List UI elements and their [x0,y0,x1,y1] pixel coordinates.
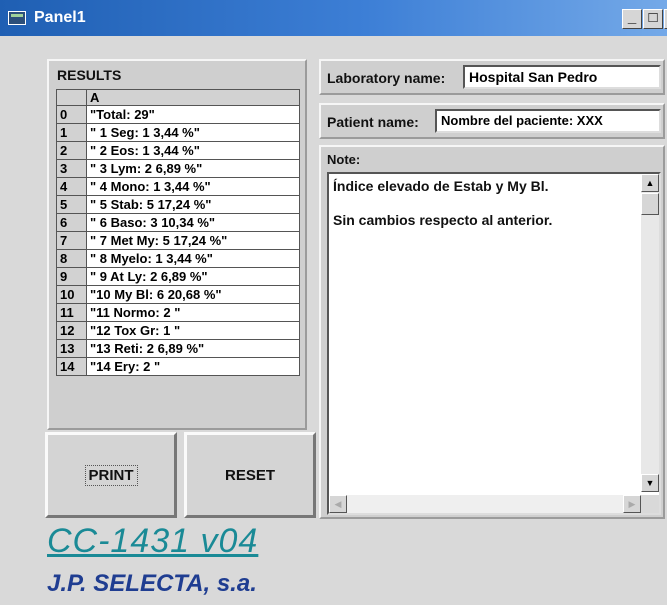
table-row[interactable]: 3 " 3 Lym: 2 6,89 %" [56,159,300,178]
table-row[interactable]: 2 " 2 Eos: 1 3,44 %" [56,141,300,160]
row-value[interactable]: "10 My Bl: 6 20,68 %" [86,285,300,304]
patient-panel: Patient name: Nombre del paciente: XXX [319,103,665,139]
maximize-button[interactable]: □ [643,9,663,29]
note-textarea[interactable]: Índice elevado de Estab y My Bl. Sin cam… [327,172,661,515]
patient-name-field[interactable]: Nombre del paciente: XXX [435,109,661,133]
table-row[interactable]: 9 " 9 At Ly: 2 6,89 %" [56,267,300,286]
results-title: RESULTS [57,67,122,83]
row-value[interactable]: "Total: 29" [86,105,300,124]
table-row[interactable]: 10 "10 My Bl: 6 20,68 %" [56,285,300,304]
row-index: 14 [56,357,87,376]
row-value[interactable]: " 9 At Ly: 2 6,89 %" [86,267,300,286]
app-icon [8,11,26,25]
table-row[interactable]: 13 "13 Reti: 2 6,89 %" [56,339,300,358]
row-value[interactable]: "11 Normo: 2 " [86,303,300,322]
results-grid[interactable]: A 0 "Total: 29" 1 " 1 Seg: 1 3,44 %" 2 " 2 … [56,89,300,376]
row-value[interactable]: " 6 Baso: 3 10,34 %" [86,213,300,232]
table-row[interactable]: 4 " 4 Mono: 1 3,44 %" [56,177,300,196]
table-row[interactable]: 7 " 7 Met My: 5 17,24 %" [56,231,300,250]
row-index: 4 [56,177,87,196]
row-value[interactable]: " 7 Met My: 5 17,24 %" [86,231,300,250]
row-value[interactable]: " 8 Myelo: 1 3,44 %" [86,249,300,268]
laboratory-name-field[interactable]: Hospital San Pedro [463,65,661,89]
row-index: 13 [56,339,87,358]
grid-column-header[interactable]: A [86,89,300,106]
scrollbar-corner [641,495,659,513]
row-index: 11 [56,303,87,322]
print-button-label: PRINT [84,464,138,486]
company-name: J.P. SELECTA, s.a. [47,570,257,597]
note-line: Sin cambios respecto al anterior. [333,212,553,228]
laboratory-label: Laboratory name: [327,70,446,86]
note-line [333,195,633,212]
row-index: 12 [56,321,87,340]
row-index: 2 [56,141,87,160]
model-name: CC-1431 v04 [47,522,259,560]
row-value[interactable]: "13 Reti: 2 6,89 %" [86,339,300,358]
row-index: 7 [56,231,87,250]
row-index: 6 [56,213,87,232]
row-index: 3 [56,159,87,178]
print-button[interactable]: PRINT [45,432,177,518]
row-index: 0 [56,105,87,124]
vertical-scroll-thumb[interactable] [641,193,659,215]
reset-button[interactable]: RESET [184,432,316,518]
row-value[interactable]: " 5 Stab: 5 17,24 %" [86,195,300,214]
table-row[interactable]: 6 " 6 Baso: 3 10,34 %" [56,213,300,232]
results-panel: RESULTS A 0 "Total: 29" 1 " 1 Seg: 1 3,44 … [47,59,307,430]
patient-label: Patient name: [327,114,419,130]
table-row[interactable]: 12 "12 Tox Gr: 1 " [56,321,300,340]
row-index: 8 [56,249,87,268]
vertical-scrollbar[interactable]: ▲ ▼ [641,174,659,492]
row-index: 9 [56,267,87,286]
scroll-left-arrow-icon[interactable]: ◀ [329,495,347,513]
scroll-right-arrow-icon[interactable]: ▶ [623,495,641,513]
table-row[interactable]: 14 "14 Ery: 2 " [56,357,300,376]
note-text[interactable]: Índice elevado de Estab y My Bl. Sin cam… [333,178,633,229]
laboratory-panel: Laboratory name: Hospital San Pedro [319,59,665,95]
grid-header-row: A [56,89,300,106]
note-label: Note: [327,152,361,167]
row-value[interactable]: " 2 Eos: 1 3,44 %" [86,141,300,160]
row-index: 10 [56,285,87,304]
reset-button-label: RESET [224,466,275,484]
table-row[interactable]: 5 " 5 Stab: 5 17,24 %" [56,195,300,214]
scroll-up-arrow-icon[interactable]: ▲ [641,174,659,192]
window-title: Panel1 [34,9,86,26]
minimize-button[interactable]: _ [622,9,642,29]
row-index: 5 [56,195,87,214]
horizontal-scrollbar[interactable]: ◀ ▶ [329,495,641,513]
row-value[interactable]: " 4 Mono: 1 3,44 %" [86,177,300,196]
note-line: Índice elevado de Estab y My Bl. [333,178,549,194]
table-row[interactable]: 1 " 1 Seg: 1 3,44 %" [56,123,300,142]
row-value[interactable]: "14 Ery: 2 " [86,357,300,376]
table-row[interactable]: 11 "11 Normo: 2 " [56,303,300,322]
main-window: Panel1 _ □ × RESULTS A 0"Total: 29" 1" 1… [0,0,667,605]
table-row[interactable]: 8 " 8 Myelo: 1 3,44 %" [56,249,300,268]
scroll-down-arrow-icon[interactable]: ▼ [641,474,659,492]
row-value[interactable]: "12 Tox Gr: 1 " [86,321,300,340]
table-row[interactable]: 0 "Total: 29" [56,105,300,124]
row-index: 1 [56,123,87,142]
row-value[interactable]: " 1 Seg: 1 3,44 %" [86,123,300,142]
row-value[interactable]: " 3 Lym: 2 6,89 %" [86,159,300,178]
grid-corner [56,89,87,106]
note-panel: Note: Índice elevado de Estab y My Bl. S… [319,145,665,519]
title-bar[interactable]: Panel1 _ □ × [0,0,667,36]
